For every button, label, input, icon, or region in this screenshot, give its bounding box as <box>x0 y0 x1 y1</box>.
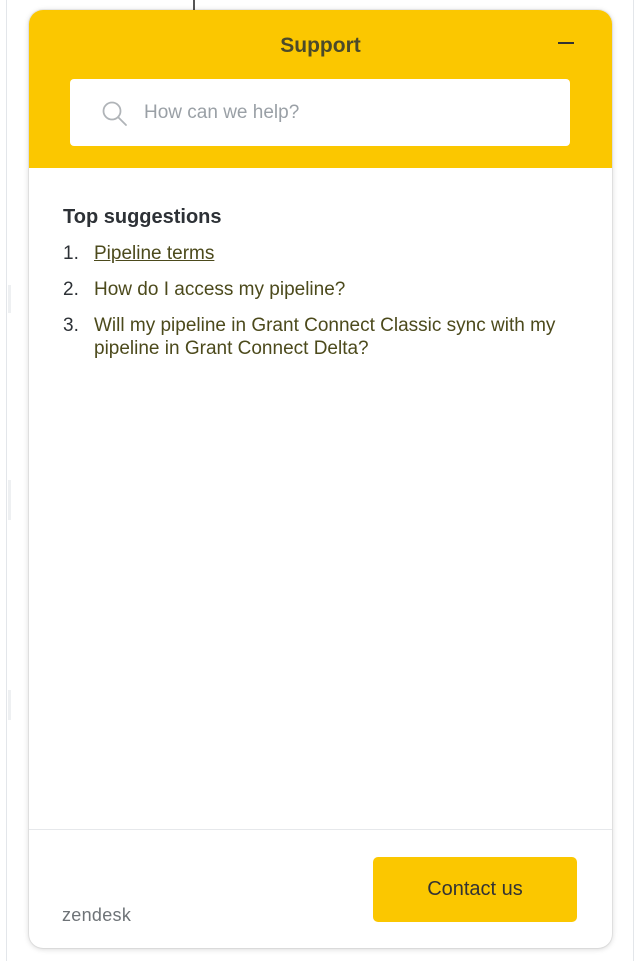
suggestions-heading: Top suggestions <box>63 206 222 228</box>
background-mark <box>8 480 11 520</box>
zendesk-logo: zendesk <box>62 905 132 925</box>
suggestion-number: 3. <box>63 315 79 336</box>
contact-us-button[interactable]: Contact us <box>373 857 577 922</box>
suggestions-section: Top suggestions 1. Pipeline terms 2. How… <box>63 206 583 373</box>
minimize-button[interactable] <box>553 30 579 56</box>
footer-divider <box>29 829 612 830</box>
support-widget: Support Top suggestions 1. Pipeline term… <box>29 10 612 948</box>
suggestion-link-access-pipeline[interactable]: How do I access my pipeline? <box>94 279 345 300</box>
widget-header: Support <box>29 10 612 168</box>
search-box <box>70 79 570 146</box>
background-mark <box>8 285 11 313</box>
background-mark <box>8 690 11 720</box>
suggestions-list: 1. Pipeline terms 2. How do I access my … <box>63 242 583 360</box>
minimize-icon <box>558 42 574 44</box>
suggestion-link-pipeline-terms[interactable]: Pipeline terms <box>94 243 214 264</box>
suggestion-number: 1. <box>63 243 79 264</box>
suggestion-item: 1. Pipeline terms <box>63 242 583 265</box>
suggestion-number: 2. <box>63 279 79 300</box>
widget-title: Support <box>280 34 361 57</box>
suggestion-link-pipeline-sync[interactable]: Will my pipeline in Grant Connect Classi… <box>94 315 555 359</box>
suggestion-item: 2. How do I access my pipeline? <box>63 278 583 301</box>
suggestion-item: 3. Will my pipeline in Grant Connect Cla… <box>63 314 583 360</box>
search-icon <box>102 101 127 126</box>
search-input[interactable] <box>144 79 554 146</box>
